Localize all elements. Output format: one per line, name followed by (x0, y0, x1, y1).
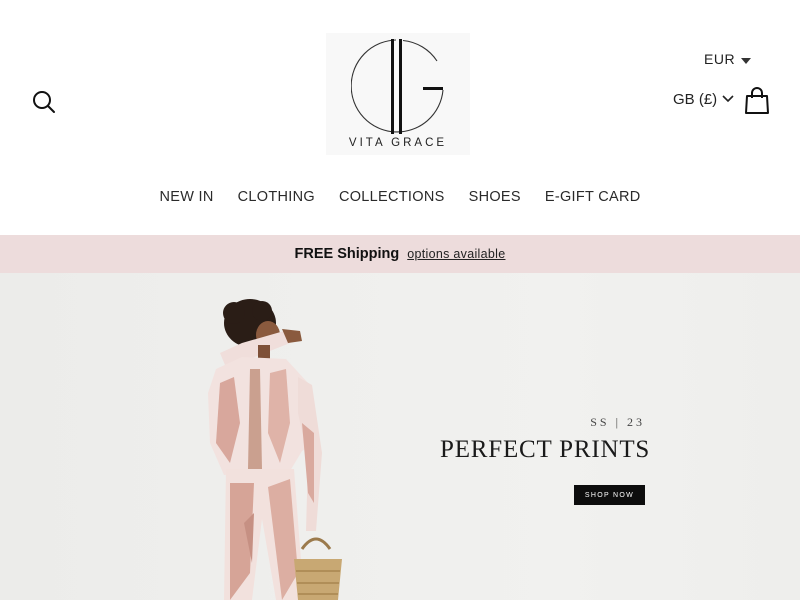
search-button[interactable] (30, 88, 58, 116)
brand-name: VITA GRACE (348, 137, 448, 149)
search-icon (33, 91, 55, 113)
nav-item-shoes[interactable]: SHOES (469, 189, 521, 205)
nav-item-clothing[interactable]: CLOTHING (238, 189, 315, 205)
announcement-bar: FREE Shipping options available (0, 235, 800, 273)
nav-item-collections[interactable]: COLLECTIONS (339, 189, 445, 205)
shop-now-button[interactable]: SHOP NOW (574, 485, 645, 505)
nav-item-new-in[interactable]: NEW IN (159, 189, 213, 205)
hero-model-image (208, 299, 342, 600)
site-header: VITA GRACE EUR GB (£) NEW IN CLOTHING CO… (0, 0, 800, 235)
brand-logo[interactable]: VITA GRACE (326, 33, 470, 155)
main-nav: NEW IN CLOTHING COLLECTIONS SHOES E-GIFT… (0, 189, 800, 205)
nav-item-e-gift-card[interactable]: E-GIFT CARD (545, 189, 641, 205)
shipping-options-link[interactable]: options available (407, 247, 505, 261)
currency-selector-eur[interactable]: EUR (704, 51, 751, 68)
hero-banner[interactable]: SS | 23 PERFECT PRINTS SHOP NOW (0, 273, 800, 600)
logo-monogram (351, 39, 444, 134)
shopping-bag-icon (745, 87, 769, 114)
hero-text-block: SS | 23 PERFECT PRINTS SHOP NOW (440, 415, 651, 505)
hero-season-label: SS | 23 (590, 415, 645, 429)
currency-selector-gb[interactable]: GB (£) (673, 90, 734, 108)
hero-headline: PERFECT PRINTS (440, 436, 651, 463)
currency-eur-label: EUR (704, 51, 736, 67)
chevron-down-icon (722, 95, 734, 103)
caret-down-icon (741, 58, 751, 64)
announcement-text: FREE Shipping (294, 246, 400, 262)
cart-button[interactable] (744, 87, 770, 115)
currency-gb-label: GB (£) (673, 91, 718, 108)
